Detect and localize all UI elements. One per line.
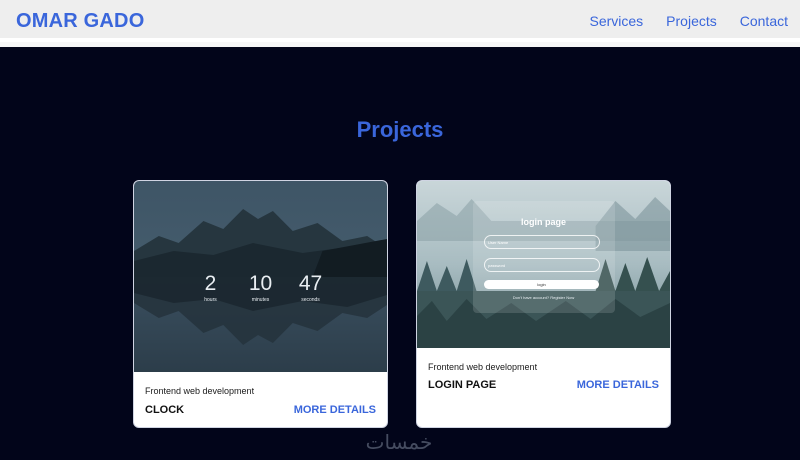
login-preview-image: login page User Name password login Don'… <box>417 181 670 348</box>
project-card-clock: 2 hours 10 minutes 47 seconds Frontend w… <box>133 180 388 428</box>
brand-logo[interactable]: OMAR GADO <box>16 10 144 33</box>
watermark-logo: خمسات <box>365 430 433 454</box>
section-title: Projects <box>356 117 444 142</box>
card-title: CLOCK <box>145 404 185 416</box>
nav-link-services[interactable]: Services <box>589 13 643 29</box>
more-details-link[interactable]: MORE DETAILS <box>577 379 659 391</box>
password-input: password <box>484 258 600 272</box>
clock-display: 2 hours 10 minutes 47 seconds <box>134 272 387 304</box>
navbar-divider <box>0 42 800 47</box>
username-input: User Name <box>484 235 600 249</box>
more-details-link[interactable]: MORE DETAILS <box>294 404 376 416</box>
clock-hours-label: hours <box>204 297 217 303</box>
nav-link-contact[interactable]: Contact <box>740 13 788 29</box>
clock-seconds-label: seconds <box>301 297 320 303</box>
project-card-login: login page User Name password login Don'… <box>416 180 671 428</box>
clock-hours-value: 2 <box>204 272 217 295</box>
login-heading: login page <box>521 217 566 227</box>
register-text: Don't have account? Register Now <box>512 295 575 300</box>
clock-preview-image: 2 hours 10 minutes 47 seconds <box>134 181 387 372</box>
card-subtitle: Frontend web development <box>145 386 255 396</box>
nav-links: Services Projects Contact <box>589 13 788 29</box>
clock-seconds: 47 seconds <box>295 272 327 304</box>
clock-hours: 2 hours <box>195 272 227 304</box>
card-subtitle: Frontend web development <box>428 362 538 372</box>
card-title: LOGIN PAGE <box>428 379 497 391</box>
nav-link-projects[interactable]: Projects <box>666 13 717 29</box>
clock-minutes-label: minutes <box>251 297 270 303</box>
navbar: OMAR GADO Services Projects Contact <box>0 0 800 42</box>
clock-minutes: 10 minutes <box>245 272 277 304</box>
clock-minutes-value: 10 <box>248 272 273 295</box>
login-button: login <box>484 280 599 289</box>
clock-seconds-value: 47 <box>298 272 323 295</box>
